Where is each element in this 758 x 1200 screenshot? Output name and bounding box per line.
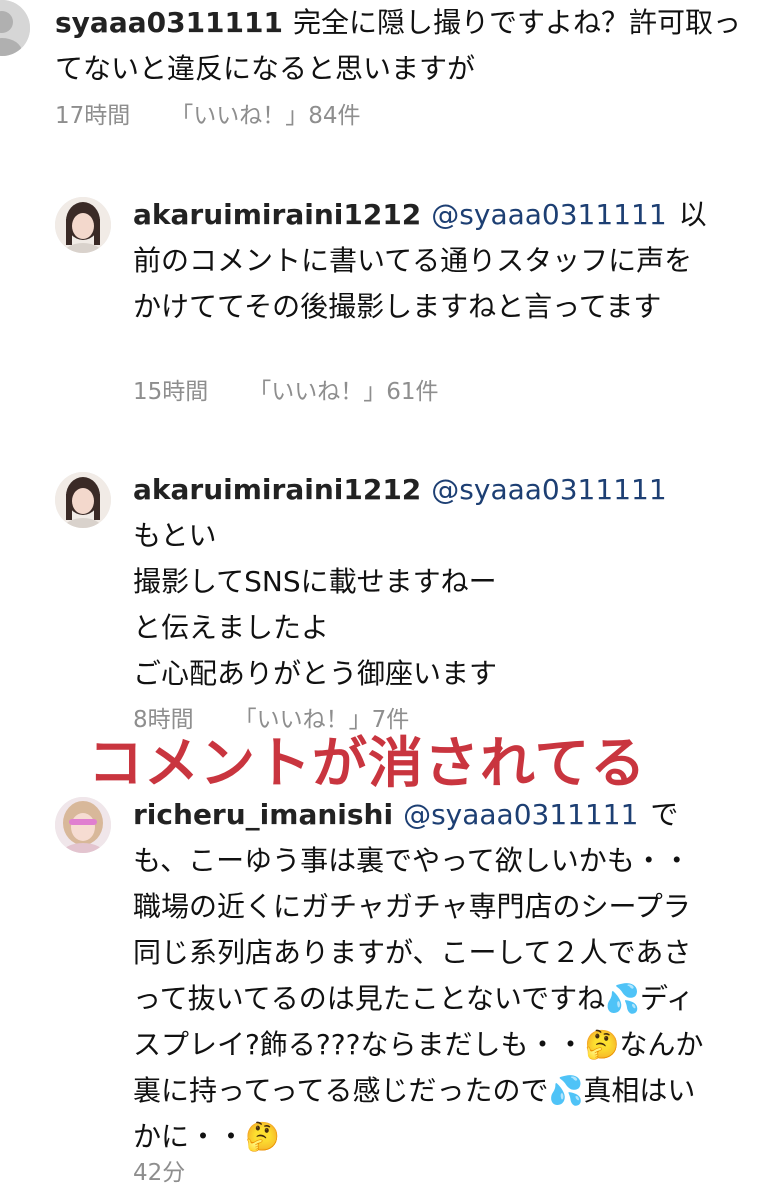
sweat-droplets-icon: 💦: [548, 1074, 584, 1107]
avatar[interactable]: [55, 197, 111, 253]
mention-link[interactable]: @syaaa0311111: [403, 798, 638, 831]
comment-username[interactable]: akaruimiraini1212: [133, 198, 421, 231]
profile-photo-icon: [55, 472, 111, 528]
like-count[interactable]: 「いいね！」61件: [248, 379, 438, 405]
profile-photo-icon: [55, 797, 111, 853]
comment-time: 42分: [133, 1160, 186, 1186]
avatar[interactable]: [55, 472, 111, 528]
avatar[interactable]: [55, 797, 111, 853]
comment-username[interactable]: akaruimiraini1212: [133, 473, 421, 506]
sweat-droplets-icon: 💦: [605, 982, 640, 1015]
avatar[interactable]: [0, 0, 30, 56]
mention-link[interactable]: @syaaa0311111: [431, 198, 666, 231]
profile-photo-icon: [55, 197, 111, 253]
comment-line: もとい: [133, 519, 217, 552]
thinking-face-icon: 🤔: [584, 1028, 620, 1061]
thinking-face-icon: 🤔: [245, 1120, 280, 1153]
default-avatar-icon: [0, 0, 30, 56]
overlay-caption: コメントが消されてる: [88, 730, 647, 795]
comment-line: 撮影してSNSに載せますねー: [133, 565, 497, 598]
comment-time: 17時間: [55, 103, 131, 129]
mention-link[interactable]: @syaaa0311111: [431, 473, 666, 506]
like-count[interactable]: 「いいね！」84件: [170, 103, 360, 129]
comment-line: ご心配ありがとう御座います: [133, 657, 498, 690]
comment-username[interactable]: richeru_imanishi: [133, 798, 393, 831]
comment-username[interactable]: syaaa0311111: [55, 6, 283, 39]
comment-line: と伝えましたよ: [133, 611, 330, 644]
comment-time: 15時間: [133, 379, 209, 405]
